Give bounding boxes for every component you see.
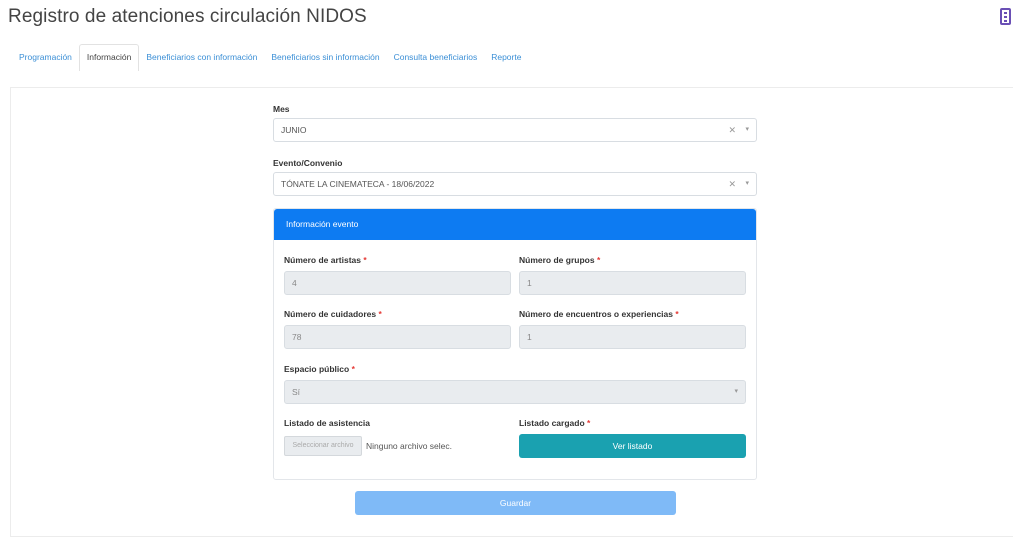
card-header: Información evento (274, 209, 756, 240)
page-title: Registro de atenciones circulación NIDOS (8, 6, 367, 27)
tabs-bar: Programación Información Beneficiarios c… (12, 43, 528, 71)
mes-label: Mes (273, 104, 290, 114)
chevron-down-icon[interactable]: ▾ (745, 119, 749, 141)
menu-icon[interactable] (1000, 8, 1011, 25)
num-artistas-label: Número de artistas * (284, 255, 367, 265)
espacio-publico-label: Espacio público * (284, 364, 355, 374)
tab-beneficiarios-con-informacion[interactable]: Beneficiarios con información (139, 52, 264, 71)
num-cuidadores-field[interactable]: 78 (284, 325, 511, 349)
espacio-publico-select[interactable]: Sí ▾ (284, 380, 746, 404)
clear-icon[interactable]: ✕ (728, 119, 736, 141)
listado-asistencia-label: Listado de asistencia (284, 418, 370, 428)
espacio-publico-value: Sí (292, 387, 301, 397)
num-artistas-field[interactable]: 4 (284, 271, 511, 295)
num-grupos-label: Número de grupos * (519, 255, 601, 265)
clear-icon[interactable]: ✕ (728, 173, 736, 195)
num-encuentros-label: Número de encuentros o experiencias * (519, 309, 679, 319)
evento-label: Evento/Convenio (273, 158, 343, 168)
num-grupos-field[interactable]: 1 (519, 271, 746, 295)
num-cuidadores-label: Número de cuidadores * (284, 309, 382, 319)
tab-beneficiarios-sin-informacion[interactable]: Beneficiarios sin información (264, 52, 386, 71)
tab-consulta-beneficiarios[interactable]: Consulta beneficiarios (387, 52, 485, 71)
file-name-text: Ninguno archivo selec. (366, 441, 452, 451)
mes-select[interactable]: JUNIO ✕ ▾ (273, 118, 757, 142)
evento-select[interactable]: TÓNATE LA CINEMATECA - 18/06/2022 ✕ ▾ (273, 172, 757, 196)
tab-reporte[interactable]: Reporte (484, 52, 528, 71)
chevron-down-icon[interactable]: ▾ (745, 173, 749, 195)
evento-value: TÓNATE LA CINEMATECA - 18/06/2022 (281, 179, 435, 189)
tab-informacion[interactable]: Información (78, 44, 140, 71)
guardar-button[interactable]: Guardar (355, 491, 676, 515)
listado-cargado-label: Listado cargado * (519, 418, 591, 428)
file-select-button[interactable]: Seleccionar archivo (284, 436, 362, 456)
num-encuentros-field[interactable]: 1 (519, 325, 746, 349)
mes-value: JUNIO (281, 125, 307, 135)
chevron-down-icon[interactable]: ▾ (734, 381, 738, 403)
ver-listado-button[interactable]: Ver listado (519, 434, 746, 458)
tab-programacion[interactable]: Programación (12, 52, 79, 71)
